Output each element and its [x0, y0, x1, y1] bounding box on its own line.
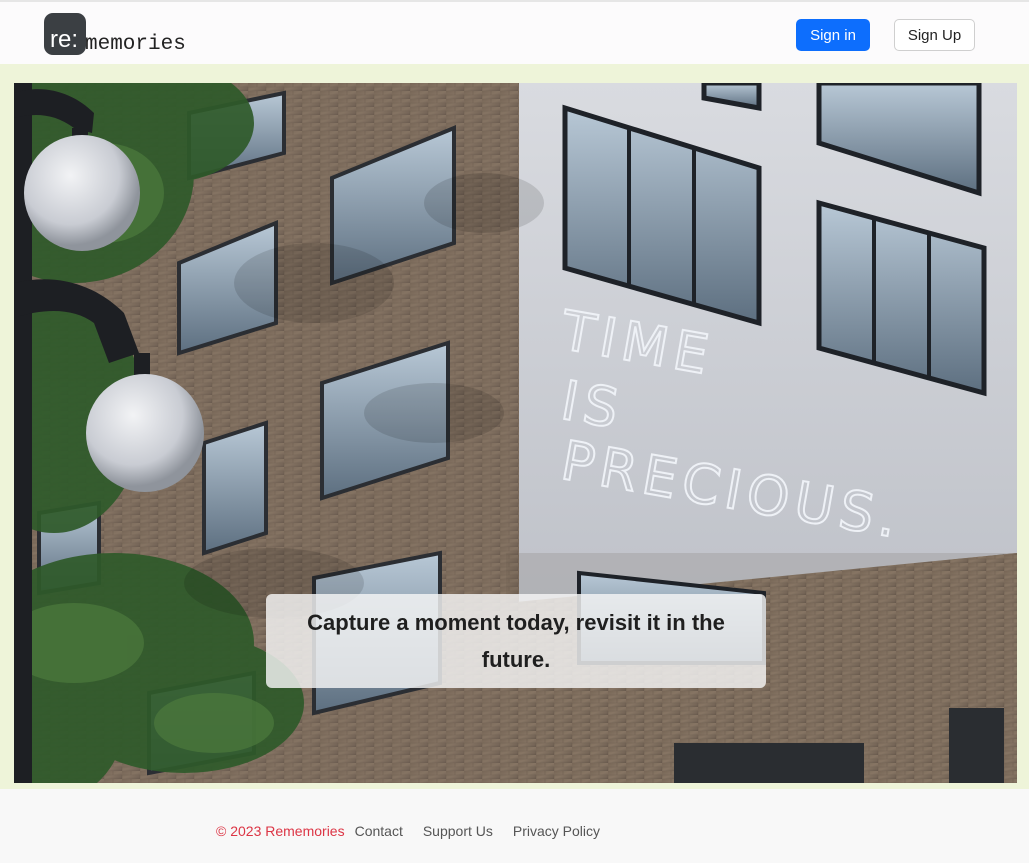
header: re: memories Sign in Sign Up [0, 0, 1029, 64]
tagline-text: Capture a moment today, revisit it in th… [307, 610, 725, 672]
footer-link-support-us[interactable]: Support Us [423, 823, 493, 839]
logo[interactable]: re: memories [44, 11, 186, 55]
footer-link-privacy-policy[interactable]: Privacy Policy [513, 823, 600, 839]
page: re: memories Sign in Sign Up TIME IS PRE… [0, 0, 1029, 863]
tagline-overlay: Capture a moment today, revisit it in th… [266, 594, 766, 688]
hero-image: TIME IS PRECIOUS. Capture a moment today… [14, 83, 1017, 783]
footer-link-contact[interactable]: Contact [355, 823, 403, 839]
logo-badge: re: [44, 13, 86, 55]
sign-up-button[interactable]: Sign Up [894, 19, 975, 51]
footer-row: © 2023 Rememories Contact Support Us Pri… [216, 823, 620, 839]
sign-in-button[interactable]: Sign in [796, 19, 870, 51]
logo-text: memories [85, 33, 186, 56]
copyright-text: © 2023 Rememories [216, 823, 345, 839]
footer: © 2023 Rememories Contact Support Us Pri… [0, 789, 1029, 863]
